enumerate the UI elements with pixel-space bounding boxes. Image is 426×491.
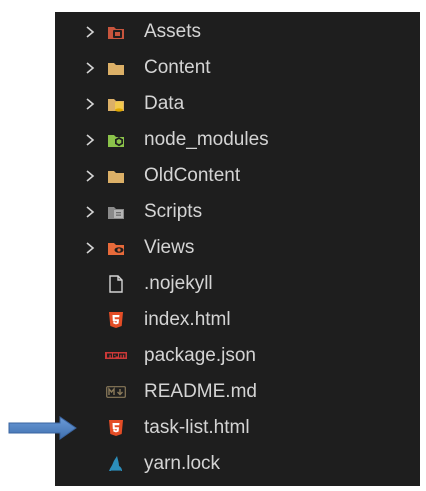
folder-node-icon	[107, 131, 125, 149]
chevron-right-icon[interactable]	[85, 242, 95, 254]
tree-item-label: .nojekyll	[144, 273, 213, 294]
pointer-arrow-icon	[8, 415, 78, 441]
tree-item-package-json[interactable]: package.json	[55, 339, 420, 373]
tree-item-node-modules[interactable]: node_modules	[55, 123, 420, 157]
chevron-right-icon[interactable]	[85, 26, 95, 38]
markdown-icon	[106, 383, 126, 401]
tree-item-label: Content	[144, 57, 211, 78]
npm-icon	[105, 347, 127, 365]
folder-icon	[107, 167, 125, 185]
tree-item-oldcontent[interactable]: OldContent	[55, 159, 420, 193]
html5-icon	[107, 419, 125, 437]
tree-item-label: index.html	[144, 309, 231, 330]
chevron-right-icon[interactable]	[85, 62, 95, 74]
tree-item-label: README.md	[144, 381, 257, 402]
yarn-icon	[107, 455, 125, 473]
chevron-right-icon[interactable]	[85, 206, 95, 218]
tree-item-assets[interactable]: Assets	[55, 15, 420, 49]
tree-item-label: package.json	[144, 345, 256, 366]
file-explorer: Assets Content Data node_modules OldCont…	[55, 12, 420, 486]
tree-item-label: node_modules	[144, 129, 269, 150]
tree-item-data[interactable]: Data	[55, 87, 420, 121]
tree-item-scripts[interactable]: Scripts	[55, 195, 420, 229]
tree-item-yarn-lock[interactable]: yarn.lock	[55, 447, 420, 481]
html5-icon	[107, 311, 125, 329]
tree-item-index-html[interactable]: index.html	[55, 303, 420, 337]
tree-item-label: Scripts	[144, 201, 203, 222]
folder-scripts-icon	[107, 203, 125, 221]
tree-item-label: Views	[144, 237, 195, 258]
tree-item-label: Assets	[144, 21, 202, 42]
tree-item-label: Data	[144, 93, 185, 114]
chevron-right-icon[interactable]	[85, 98, 95, 110]
chevron-right-icon[interactable]	[85, 134, 95, 146]
folder-assets-icon	[107, 23, 125, 41]
tree-item-label: yarn.lock	[144, 453, 221, 474]
tree-item-readme[interactable]: README.md	[55, 375, 420, 409]
tree-item-label: OldContent	[144, 165, 241, 186]
chevron-right-icon[interactable]	[85, 170, 95, 182]
file-icon	[107, 275, 125, 293]
folder-icon	[107, 59, 125, 77]
tree-item-nojekyll[interactable]: .nojekyll	[55, 267, 420, 301]
tree-item-views[interactable]: Views	[55, 231, 420, 265]
folder-database-icon	[107, 95, 125, 113]
tree-item-label: task-list.html	[144, 417, 250, 438]
tree-item-content[interactable]: Content	[55, 51, 420, 85]
tree-item-task-list-html[interactable]: task-list.html	[55, 411, 420, 445]
folder-views-icon	[107, 239, 125, 257]
